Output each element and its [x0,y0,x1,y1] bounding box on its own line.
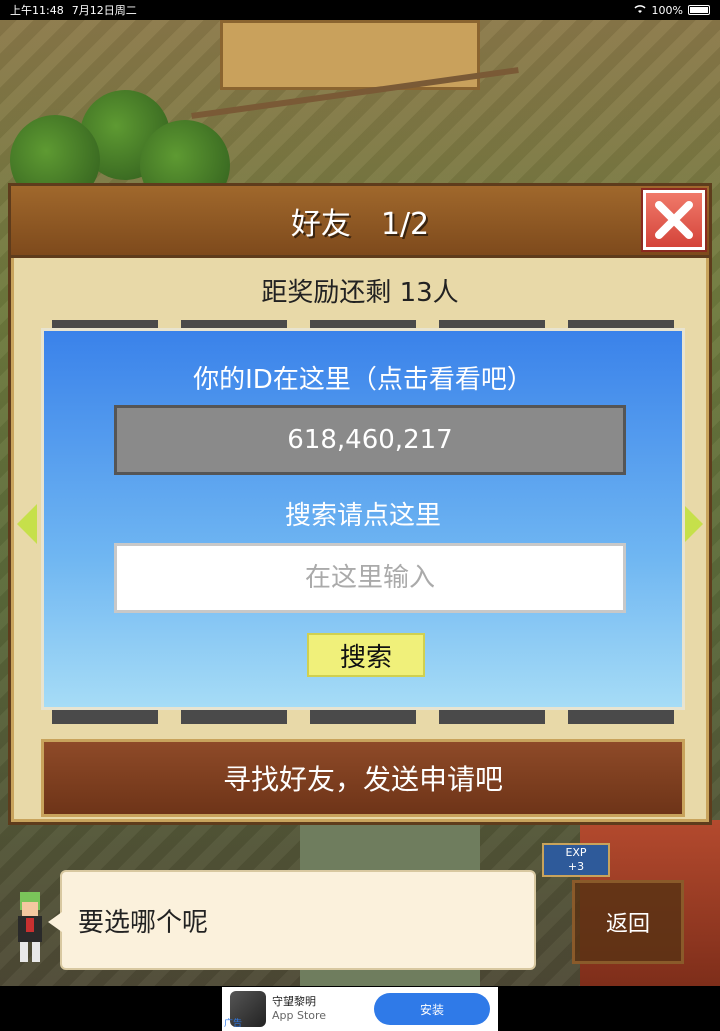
search-label: 搜索请点这里 [284,501,441,531]
close-icon [655,201,693,239]
character-avatar [18,892,42,962]
id-label: 你的ID在这里（点击看看吧） [193,365,533,395]
player-id-box[interactable]: 618,460,217 [114,405,626,475]
ad-install-button[interactable]: 安装 [374,993,490,1025]
ad-app-name: 守望黎明 [272,995,316,1008]
next-page-arrow-icon[interactable] [683,504,703,544]
exp-value: +3 [567,860,585,873]
status-date: 7月12日周二 [71,4,137,17]
back-button[interactable]: 返回 [572,880,684,964]
battery-percent: 100% [651,3,683,17]
status-bar: 上午11:48 7月12日周二 100% [0,0,720,20]
close-button[interactable] [643,190,705,250]
speech-text: 要选哪个呢 [78,907,209,938]
speech-bubble: 要选哪个呢 [48,870,536,970]
id-panel: 你的ID在这里（点击看看吧） 618,460,217 搜索请点这里 搜索 [41,328,685,710]
panel-bottom-strip [41,710,685,724]
friends-dialog: 好友 1/2 距奖励还剩 13人 你的ID在这里（点击看看吧） 618,460,… [8,183,712,825]
dialog-title: 好友 1/2 [290,206,430,242]
prev-page-arrow-icon[interactable] [17,504,37,544]
wifi-icon [633,4,647,17]
ad-store: App Store [272,1009,327,1022]
ad-text: 守望黎明 App Store [272,995,374,1023]
reward-remaining-text: 距奖励还剩 13人 [261,278,459,308]
ad-mark: 广告 [224,1019,243,1029]
search-input[interactable] [114,543,626,613]
exp-badge: EXP +3 [542,843,610,877]
battery-icon [688,5,710,15]
dialog-header: 好友 1/2 [11,186,709,258]
exp-label: EXP [565,846,587,859]
find-friends-button[interactable]: 寻找好友，发送申请吧 [41,739,685,817]
status-time: 上午11:48 [10,4,64,17]
search-button[interactable]: 搜索 [307,633,425,677]
ad-banner[interactable]: 守望黎明 App Store 安装 广告 [222,987,498,1031]
